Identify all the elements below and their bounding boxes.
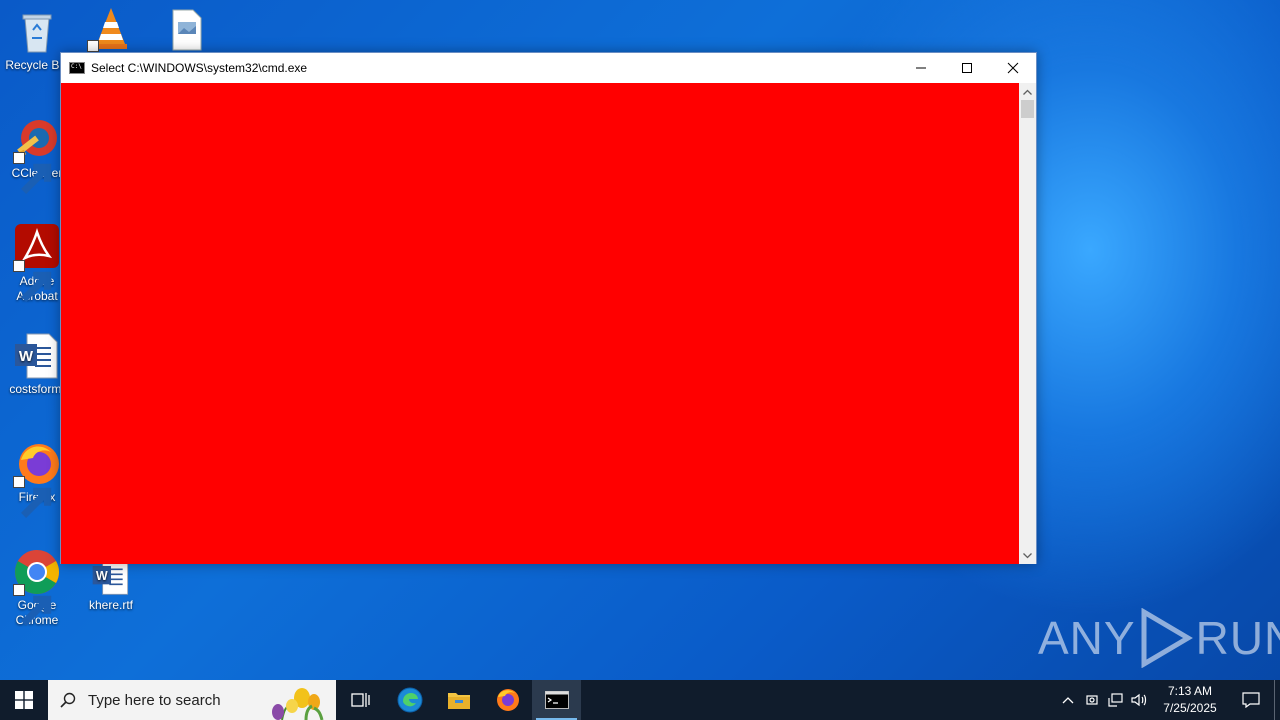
vlc-icon [87,4,135,82]
device-icon [1086,695,1098,705]
system-tray: 7:13 AM 7/25/2025 [1056,680,1280,720]
maximize-icon [962,63,972,73]
desktop-icon-image-file[interactable] [150,6,224,56]
chrome-icon [13,548,61,626]
chevron-up-icon [1062,697,1074,704]
shortcut-arrow-icon [87,40,126,82]
firefox-icon [496,689,519,711]
search-icon [48,692,88,708]
adobe-acrobat-icon [13,224,61,302]
show-hidden-icons-button[interactable] [1056,680,1080,720]
vertical-scrollbar[interactable] [1019,83,1036,564]
watermark-text-right: RUN [1195,612,1280,664]
watermark-text-left: ANY [1038,612,1136,664]
minimize-button[interactable] [898,53,944,83]
scroll-thumb[interactable] [1021,100,1034,118]
close-icon [1007,62,1019,74]
search-highlight-flowers-icon [272,688,324,720]
desktop-icon-label: khere.rtf [88,598,133,612]
taskbar-clock[interactable]: 7:13 AM 7/25/2025 [1152,683,1228,717]
tray-volume-button[interactable] [1128,680,1152,720]
minimize-icon [916,67,926,69]
shortcut-arrow-icon [13,152,52,194]
shortcut-arrow-icon [13,584,52,626]
taskbar-cmd[interactable] [532,680,581,720]
search-placeholder: Type here to search [88,691,221,709]
desktop-icon-khere[interactable]: W khere.rtf [74,556,148,613]
taskbar: Type here to search 7:13 AM 7/25/2025 [0,680,1280,720]
edge-icon [397,687,422,713]
clock-date: 7/25/2025 [1163,701,1217,715]
tray-device-button[interactable] [1080,680,1104,720]
svg-text:W: W [19,348,34,365]
shortcut-arrow-icon [13,476,52,518]
taskbar-file-explorer[interactable] [434,680,483,720]
window-title: Select C:\WINDOWS\system32\cmd.exe [91,61,308,75]
recycle-bin-icon [13,8,61,56]
task-view-button[interactable] [336,680,385,720]
anyrun-watermark: ANY RUN [1038,608,1280,668]
ccleaner-icon [13,116,61,194]
play-logo-icon [1141,608,1193,668]
volume-icon [1131,693,1147,707]
image-file-icon [163,6,211,54]
maximize-button[interactable] [944,53,990,83]
start-button[interactable] [0,680,48,720]
firefox-icon [13,440,61,518]
tray-network-button[interactable] [1104,680,1128,720]
taskbar-edge[interactable] [385,680,434,720]
window-titlebar[interactable]: Select C:\WINDOWS\system32\cmd.exe [61,53,1036,83]
cmd-icon [544,691,569,709]
word-document-icon: W [13,332,61,380]
taskbar-firefox[interactable] [483,680,532,720]
task-view-icon [350,693,370,707]
network-icon [1108,693,1123,707]
file-explorer-icon [447,693,470,709]
chevron-down-icon [1023,552,1032,558]
svg-text:W: W [96,569,108,583]
clock-time: 7:13 AM [1167,684,1213,698]
action-center-button[interactable] [1228,680,1274,720]
taskbar-search-box[interactable]: Type here to search [48,680,336,720]
chevron-up-icon [1023,89,1032,95]
close-button[interactable] [990,53,1036,83]
shortcut-arrow-icon [13,260,52,302]
console-area[interactable] [61,83,1020,564]
notification-icon [1242,692,1260,708]
cmd-window[interactable]: Select C:\WINDOWS\system32\cmd.exe [60,52,1037,564]
desktop-icon-vlc[interactable] [74,4,148,82]
scroll-up-button[interactable] [1019,83,1036,100]
cmd-icon [69,62,85,74]
scroll-down-button[interactable] [1019,547,1036,564]
show-desktop-button[interactable] [1274,680,1280,720]
windows-logo-icon [15,691,33,709]
